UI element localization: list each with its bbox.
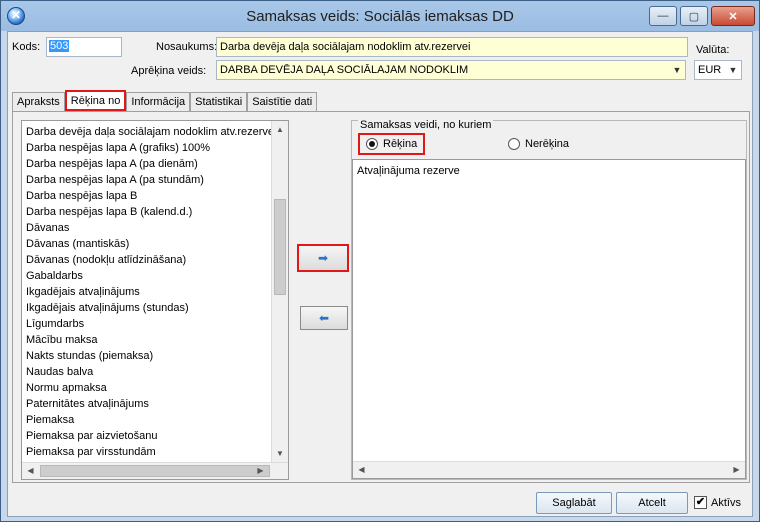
scroll-down-icon[interactable]: ▼ bbox=[272, 445, 288, 462]
list-item[interactable]: Nakts stundas (piemaksa) bbox=[22, 348, 288, 364]
radio-checked-icon bbox=[366, 138, 378, 150]
list-item[interactable]: Normu apmaksa bbox=[22, 380, 288, 396]
scroll-right-icon[interactable]: ▶ bbox=[252, 463, 269, 479]
cancel-button[interactable]: Atcelt bbox=[616, 492, 688, 514]
list-item[interactable]: Darba nespējas lapa B (kalend.d.) bbox=[22, 204, 288, 220]
horizontal-scrollbar[interactable]: ◀ ▶ bbox=[353, 461, 745, 478]
list-item[interactable]: Darba devēja daļa sociālajam nodoklim at… bbox=[22, 124, 288, 140]
kods-value: 503 bbox=[49, 40, 70, 52]
valuta-label: Valūta: bbox=[696, 44, 730, 56]
remove-from-selected-button[interactable]: ⬅ bbox=[300, 306, 348, 330]
list-item[interactable]: Atvaļinājuma rezerve bbox=[353, 163, 745, 179]
tab-rekina-no[interactable]: Rēķina no bbox=[64, 90, 127, 111]
list-item[interactable]: Piemaksa par aizvietošanu bbox=[22, 428, 288, 444]
list-item[interactable]: Dāvanas (mantiskās) bbox=[22, 236, 288, 252]
chevron-down-icon: ▼ bbox=[728, 65, 738, 75]
available-pay-types-list[interactable]: Darba devēja daļa sociālajam nodoklim at… bbox=[21, 120, 289, 480]
kods-label: Kods: bbox=[12, 41, 41, 53]
tab-informacija[interactable]: Informācija bbox=[126, 92, 191, 111]
radio-nerekina[interactable]: Nerēķina bbox=[502, 133, 575, 155]
list-item[interactable]: Darba nespējas lapa B bbox=[22, 188, 288, 204]
tab-saistitie-dati[interactable]: Saistītie dati bbox=[247, 92, 318, 111]
horizontal-scrollbar[interactable]: ◀ ▶ bbox=[22, 462, 288, 479]
list-item[interactable]: Dāvanas bbox=[22, 220, 288, 236]
arrow-left-icon: ⬅ bbox=[318, 311, 330, 325]
chevron-down-icon: ▼ bbox=[672, 65, 682, 75]
list-item[interactable]: Gabaldarbs bbox=[22, 268, 288, 284]
add-to-selected-button[interactable]: ➡ bbox=[297, 244, 349, 272]
aprekina-label: Aprēķina veids: bbox=[131, 65, 207, 77]
aprekina-select[interactable]: DARBA DEVĒJA DAĻA SOCIĀLAJAM NODOKLIM ▼ bbox=[216, 60, 686, 80]
tab-strip: Apraksts Rēķina no Informācija Statistik… bbox=[12, 90, 318, 111]
arrow-right-icon: ➡ bbox=[317, 251, 329, 265]
list-item[interactable]: Ikgadējais atvaļinājums (stundas) bbox=[22, 300, 288, 316]
title-bar[interactable]: Samaksas veids: Sociālās iemaksas DD — ▢… bbox=[1, 1, 759, 31]
vertical-scrollbar[interactable]: ▲ ▼ bbox=[271, 121, 288, 462]
close-button[interactable]: ✕ bbox=[711, 6, 755, 26]
nosaukums-field[interactable]: Darba devēja daļa sociālajam nodoklim at… bbox=[216, 37, 688, 57]
list-item[interactable]: Piemaksa par virsstundām bbox=[22, 444, 288, 460]
radio-rekina[interactable]: Rēķina bbox=[358, 133, 426, 155]
selected-pay-types-group: Samaksas veidi, no kuriem Rēķina Nerēķin… bbox=[351, 119, 747, 480]
dialog-body: Kods: 503 Nosaukums: Darba devēja daļa s… bbox=[7, 31, 753, 517]
list-item[interactable]: Darba nespējas lapa A (pa dienām) bbox=[22, 156, 288, 172]
scroll-thumb[interactable] bbox=[274, 199, 286, 295]
radio-unchecked-icon bbox=[508, 138, 520, 150]
maximize-button[interactable]: ▢ bbox=[680, 6, 708, 26]
list-item[interactable]: Darba nespējas lapa A (pa stundām) bbox=[22, 172, 288, 188]
scroll-thumb[interactable] bbox=[40, 465, 270, 477]
list-item[interactable]: Ikgadējais atvaļinājums bbox=[22, 284, 288, 300]
list-item[interactable]: Līgumdarbs bbox=[22, 316, 288, 332]
window-title: Samaksas veids: Sociālās iemaksas DD bbox=[246, 8, 514, 25]
tab-statistikai[interactable]: Statistikai bbox=[190, 92, 248, 111]
radio-nerekina-label: Nerēķina bbox=[525, 138, 570, 150]
list-item[interactable]: Dāvanas (nodokļu atlīdzināšana) bbox=[22, 252, 288, 268]
valuta-select[interactable]: EUR ▼ bbox=[694, 60, 742, 80]
selected-pay-types-list[interactable]: Atvaļinājuma rezerve ◀ ▶ bbox=[352, 159, 746, 479]
active-label: Aktīvs bbox=[711, 497, 741, 509]
aprekina-value: DARBA DEVĒJA DAĻA SOCIĀLAJAM NODOKLIM bbox=[220, 64, 469, 76]
list-item[interactable]: Naudas balva bbox=[22, 364, 288, 380]
active-checkbox[interactable]: ✔ bbox=[694, 496, 707, 509]
save-button[interactable]: Saglabāt bbox=[536, 492, 612, 514]
tab-apraksts[interactable]: Apraksts bbox=[12, 92, 65, 111]
scroll-up-icon[interactable]: ▲ bbox=[272, 121, 288, 138]
radio-rekina-label: Rēķina bbox=[383, 138, 418, 150]
tab-panel-rekina-no: Darba devēja daļa sociālajam nodoklim at… bbox=[12, 111, 750, 483]
valuta-value: EUR bbox=[698, 64, 722, 76]
scroll-left-icon[interactable]: ◀ bbox=[353, 462, 370, 478]
scroll-left-icon[interactable]: ◀ bbox=[22, 463, 39, 479]
kods-field[interactable]: 503 bbox=[46, 37, 122, 57]
list-item[interactable]: Mācību maksa bbox=[22, 332, 288, 348]
list-item[interactable]: Paternitātes atvaļinājums bbox=[22, 396, 288, 412]
list-item[interactable]: Darba nespējas lapa A (grafiks) 100% bbox=[22, 140, 288, 156]
scroll-right-icon[interactable]: ▶ bbox=[728, 462, 745, 478]
minimize-button[interactable]: — bbox=[649, 6, 677, 26]
list-item[interactable]: Piemaksa bbox=[22, 412, 288, 428]
dialog-window: Samaksas veids: Sociālās iemaksas DD — ▢… bbox=[0, 0, 760, 522]
group-title: Samaksas veidi, no kuriem bbox=[358, 119, 494, 131]
nosaukums-label: Nosaukums: bbox=[156, 41, 218, 53]
